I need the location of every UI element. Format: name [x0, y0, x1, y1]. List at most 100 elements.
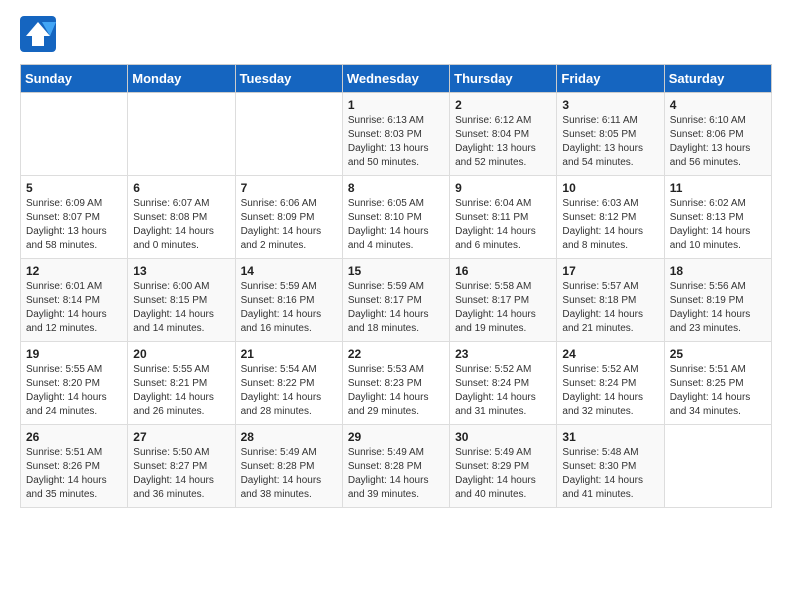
day-number: 22: [348, 347, 444, 361]
calendar-cell: 9Sunrise: 6:04 AM Sunset: 8:11 PM Daylig…: [450, 176, 557, 259]
cell-info: Sunrise: 5:49 AM Sunset: 8:28 PM Dayligh…: [241, 446, 337, 502]
cell-info: Sunrise: 5:52 AM Sunset: 8:24 PM Dayligh…: [562, 363, 658, 419]
cell-info: Sunrise: 5:53 AM Sunset: 8:23 PM Dayligh…: [348, 363, 444, 419]
calendar-header-row: SundayMondayTuesdayWednesdayThursdayFrid…: [21, 65, 772, 93]
calendar-cell: 29 Sunrise: 5:49 AM Sunset: 8:28 PM Dayli…: [342, 425, 449, 508]
calendar-cell: 6 Sunrise: 6:07 AM Sunset: 8:08 PM Daylig…: [128, 176, 235, 259]
day-number: 14: [241, 264, 337, 278]
day-number: 21: [241, 347, 337, 361]
calendar-cell: 8Sunrise: 6:05 AM Sunset: 8:10 PM Daylig…: [342, 176, 449, 259]
logo-icon: [20, 16, 56, 52]
calendar-cell: 13 Sunrise: 6:00 AM Sunset: 8:15 PM Dayli…: [128, 259, 235, 342]
day-number: 13: [133, 264, 229, 278]
day-number: 26: [26, 430, 122, 444]
cell-info: Sunrise: 6:11 AM Sunset: 8:05 PM Dayligh…: [562, 114, 658, 170]
calendar-cell: 19 Sunrise: 5:55 AM Sunset: 8:20 PM Dayli…: [21, 342, 128, 425]
day-number: 18: [670, 264, 766, 278]
calendar-week-row: 26 Sunrise: 5:51 AM Sunset: 8:26 PM Dayli…: [21, 425, 772, 508]
cell-info: Sunrise: 5:59 AM Sunset: 8:16 PM Dayligh…: [241, 280, 337, 336]
calendar-cell: 25 Sunrise: 5:51 AM Sunset: 8:25 PM Dayli…: [664, 342, 771, 425]
calendar-cell: 31 Sunrise: 5:48 AM Sunset: 8:30 PM Dayli…: [557, 425, 664, 508]
day-number: 6: [133, 181, 229, 195]
day-number: 2: [455, 98, 551, 112]
calendar-cell: 12 Sunrise: 6:01 AM Sunset: 8:14 PM Dayli…: [21, 259, 128, 342]
header-tuesday: Tuesday: [235, 65, 342, 93]
day-number: 10: [562, 181, 658, 195]
day-number: 28: [241, 430, 337, 444]
calendar-cell: 5 Sunrise: 6:09 AM Sunset: 8:07 PM Daylig…: [21, 176, 128, 259]
cell-info: Sunrise: 5:59 AM Sunset: 8:17 PM Dayligh…: [348, 280, 444, 336]
logo: [20, 16, 60, 52]
day-number: 1: [348, 98, 444, 112]
cell-info: Sunrise: 5:49 AM Sunset: 8:29 PM Dayligh…: [455, 446, 551, 502]
cell-info: Sunrise: 5:55 AM Sunset: 8:20 PM Dayligh…: [26, 363, 122, 419]
page-header: [20, 16, 772, 52]
cell-info: Sunrise: 5:49 AM Sunset: 8:28 PM Dayligh…: [348, 446, 444, 502]
day-number: 3: [562, 98, 658, 112]
calendar-week-row: 12 Sunrise: 6:01 AM Sunset: 8:14 PM Dayli…: [21, 259, 772, 342]
calendar-cell: 22 Sunrise: 5:53 AM Sunset: 8:23 PM Dayli…: [342, 342, 449, 425]
calendar-cell: 16 Sunrise: 5:58 AM Sunset: 8:17 PM Dayli…: [450, 259, 557, 342]
day-number: 12: [26, 264, 122, 278]
day-number: 25: [670, 347, 766, 361]
calendar-cell: [21, 93, 128, 176]
calendar-cell: 27 Sunrise: 5:50 AM Sunset: 8:27 PM Dayli…: [128, 425, 235, 508]
day-number: 11: [670, 181, 766, 195]
calendar-cell: 4Sunrise: 6:10 AM Sunset: 8:06 PM Daylig…: [664, 93, 771, 176]
calendar-cell: 15 Sunrise: 5:59 AM Sunset: 8:17 PM Dayli…: [342, 259, 449, 342]
cell-info: Sunrise: 5:54 AM Sunset: 8:22 PM Dayligh…: [241, 363, 337, 419]
day-number: 23: [455, 347, 551, 361]
day-number: 19: [26, 347, 122, 361]
cell-info: Sunrise: 5:56 AM Sunset: 8:19 PM Dayligh…: [670, 280, 766, 336]
cell-info: Sunrise: 6:01 AM Sunset: 8:14 PM Dayligh…: [26, 280, 122, 336]
day-number: 31: [562, 430, 658, 444]
header-wednesday: Wednesday: [342, 65, 449, 93]
header-friday: Friday: [557, 65, 664, 93]
cell-info: Sunrise: 6:07 AM Sunset: 8:08 PM Dayligh…: [133, 197, 229, 253]
header-sunday: Sunday: [21, 65, 128, 93]
cell-info: Sunrise: 5:51 AM Sunset: 8:26 PM Dayligh…: [26, 446, 122, 502]
calendar-cell: 18 Sunrise: 5:56 AM Sunset: 8:19 PM Dayli…: [664, 259, 771, 342]
day-number: 5: [26, 181, 122, 195]
calendar-cell: 3 Sunrise: 6:11 AM Sunset: 8:05 PM Daylig…: [557, 93, 664, 176]
cell-info: Sunrise: 5:48 AM Sunset: 8:30 PM Dayligh…: [562, 446, 658, 502]
calendar-cell: 28 Sunrise: 5:49 AM Sunset: 8:28 PM Dayli…: [235, 425, 342, 508]
cell-info: Sunrise: 6:03 AM Sunset: 8:12 PM Dayligh…: [562, 197, 658, 253]
cell-info: Sunrise: 6:06 AM Sunset: 8:09 PM Dayligh…: [241, 197, 337, 253]
calendar-cell: [235, 93, 342, 176]
calendar-cell: 26 Sunrise: 5:51 AM Sunset: 8:26 PM Dayli…: [21, 425, 128, 508]
calendar-cell: 10 Sunrise: 6:03 AM Sunset: 8:12 PM Dayli…: [557, 176, 664, 259]
calendar-cell: 30 Sunrise: 5:49 AM Sunset: 8:29 PM Dayli…: [450, 425, 557, 508]
cell-info: Sunrise: 5:50 AM Sunset: 8:27 PM Dayligh…: [133, 446, 229, 502]
calendar-cell: 23 Sunrise: 5:52 AM Sunset: 8:24 PM Dayli…: [450, 342, 557, 425]
calendar-table: SundayMondayTuesdayWednesdayThursdayFrid…: [20, 64, 772, 508]
calendar-cell: 2 Sunrise: 6:12 AM Sunset: 8:04 PM Daylig…: [450, 93, 557, 176]
calendar-cell: 17Sunrise: 5:57 AM Sunset: 8:18 PM Dayli…: [557, 259, 664, 342]
cell-info: Sunrise: 6:13 AM Sunset: 8:03 PM Dayligh…: [348, 114, 444, 170]
day-number: 30: [455, 430, 551, 444]
calendar-week-row: 1 Sunrise: 6:13 AM Sunset: 8:03 PM Daylig…: [21, 93, 772, 176]
day-number: 9: [455, 181, 551, 195]
calendar-cell: 24Sunrise: 5:52 AM Sunset: 8:24 PM Dayli…: [557, 342, 664, 425]
calendar-cell: 14 Sunrise: 5:59 AM Sunset: 8:16 PM Dayli…: [235, 259, 342, 342]
cell-info: Sunrise: 5:51 AM Sunset: 8:25 PM Dayligh…: [670, 363, 766, 419]
day-number: 15: [348, 264, 444, 278]
cell-info: Sunrise: 5:57 AM Sunset: 8:18 PM Dayligh…: [562, 280, 658, 336]
day-number: 4: [670, 98, 766, 112]
day-number: 27: [133, 430, 229, 444]
cell-info: Sunrise: 6:02 AM Sunset: 8:13 PM Dayligh…: [670, 197, 766, 253]
day-number: 7: [241, 181, 337, 195]
cell-info: Sunrise: 5:52 AM Sunset: 8:24 PM Dayligh…: [455, 363, 551, 419]
cell-info: Sunrise: 6:09 AM Sunset: 8:07 PM Dayligh…: [26, 197, 122, 253]
header-thursday: Thursday: [450, 65, 557, 93]
cell-info: Sunrise: 5:58 AM Sunset: 8:17 PM Dayligh…: [455, 280, 551, 336]
cell-info: Sunrise: 6:12 AM Sunset: 8:04 PM Dayligh…: [455, 114, 551, 170]
day-number: 20: [133, 347, 229, 361]
calendar-cell: [664, 425, 771, 508]
day-number: 29: [348, 430, 444, 444]
calendar-cell: 7 Sunrise: 6:06 AM Sunset: 8:09 PM Daylig…: [235, 176, 342, 259]
calendar-cell: 11 Sunrise: 6:02 AM Sunset: 8:13 PM Dayli…: [664, 176, 771, 259]
calendar-week-row: 5 Sunrise: 6:09 AM Sunset: 8:07 PM Daylig…: [21, 176, 772, 259]
day-number: 16: [455, 264, 551, 278]
cell-info: Sunrise: 6:00 AM Sunset: 8:15 PM Dayligh…: [133, 280, 229, 336]
